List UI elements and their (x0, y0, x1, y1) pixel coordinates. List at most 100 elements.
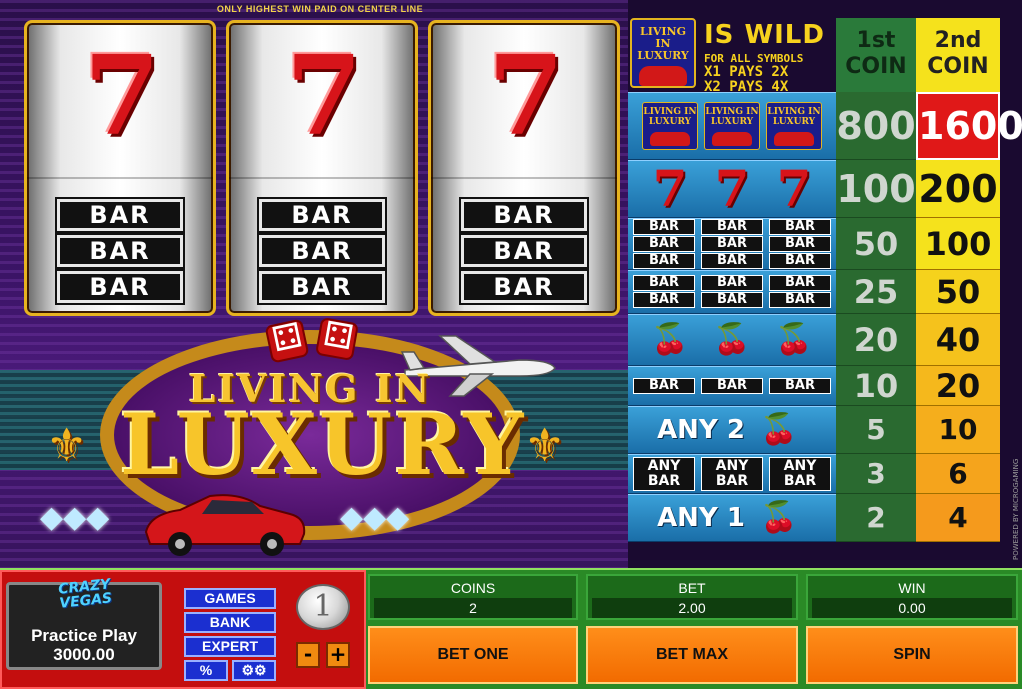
bar-label: BAR (769, 218, 831, 235)
any-bar-line1: ANY (715, 458, 749, 474)
bar-label: BAR (769, 377, 831, 394)
paytable-symbol-luxury: LIVING IN LUXURY LIVING IN LUXURY LIVING IN L… (628, 92, 836, 160)
percent-button[interactable]: % (184, 660, 228, 681)
triple-bar-symbol: BAR BAR BAR (633, 218, 695, 270)
any-bar-line1: ANY (647, 458, 681, 474)
reel-3-payline (431, 177, 617, 179)
seven-symbol: 7 (776, 159, 812, 218)
luxury-symbol-text-1: LIVING IN (705, 107, 759, 117)
expert-button[interactable]: EXPERT (184, 636, 276, 657)
triple-bar-symbol: BAR BAR BAR (769, 218, 831, 270)
cherry-icon: 🍒 (760, 412, 798, 447)
pay-table: LIVING IN LUXURY IS WILD FOR ALL SYMBOLS … (628, 0, 1022, 568)
any2-label: ANY 2 (657, 415, 745, 445)
double-bar-symbol: BAR BAR (633, 275, 695, 309)
luxury-symbol-text-2: LUXURY (648, 117, 692, 127)
coin1-payout: 5 (836, 406, 916, 454)
coin1-payout: 50 (836, 218, 916, 270)
single-bar-symbol: BAR (769, 377, 831, 395)
luxury-wild-symbol: LIVING IN LUXURY (630, 18, 696, 88)
win-display: WIN 0.00 (806, 574, 1018, 620)
coin2-payout: 10 (916, 406, 1000, 454)
cherry-icon: 🍒 (713, 322, 751, 357)
luxury-symbol: LIVING IN LUXURY (642, 102, 698, 150)
fleur-left-icon: ⚜ (46, 418, 88, 472)
coin2-payout: 40 (916, 314, 1000, 366)
coin1-payout: 800 (836, 92, 916, 160)
bar-label: BAR (701, 292, 763, 308)
coin1-header: 1st COIN (836, 18, 916, 92)
reel-bar: BAR (257, 197, 387, 233)
spin-button[interactable]: SPIN (806, 626, 1018, 684)
wild-info: LIVING IN LUXURY IS WILD FOR ALL SYMBOLS … (628, 14, 834, 95)
bet-value: 2.00 (592, 598, 792, 618)
bar-label: BAR (701, 252, 763, 269)
reel-bar: BAR (55, 197, 185, 233)
paytable-symbol-cherry: 🍒 🍒 🍒 (628, 314, 836, 366)
bar-label: BAR (633, 252, 695, 269)
dice-icon (264, 318, 310, 364)
game-stage: ONLY HIGHEST WIN PAID ON CENTER LINE 7 B… (0, 0, 1022, 689)
reel-bar: BAR (55, 233, 185, 269)
any-bar-line2: BAR (715, 473, 749, 489)
bet-one-button[interactable]: BET ONE (368, 626, 578, 684)
settings-button[interactable]: ⚙⚙ (232, 660, 276, 681)
bar-label: BAR (633, 275, 695, 291)
luxury-symbol-text-2: LUXURY (710, 117, 754, 127)
bar-label: BAR (633, 218, 695, 235)
coin1-payout: 10 (836, 366, 916, 406)
coin2-payout: 20 (916, 366, 1000, 406)
diamonds-right-icon: ◆◆◆ (340, 500, 410, 535)
paytable-symbol-triple-bar: BAR BAR BAR BAR BAR BAR BAR BAR BAR (628, 218, 836, 270)
cherry-icon: 🍒 (775, 322, 813, 357)
luxury-symbol: LIVING IN LUXURY (704, 102, 760, 150)
luxury-symbol-text-1: LIVING IN (767, 107, 821, 117)
coin1-header-line1: 1st (856, 28, 896, 53)
bet-max-button[interactable]: BET MAX (586, 626, 798, 684)
games-button[interactable]: GAMES (184, 588, 276, 609)
seven-symbol: 7 (652, 159, 688, 218)
reel-bar: BAR (257, 269, 387, 305)
coin2-header-line2: COIN (927, 54, 989, 79)
coins-label: COINS (450, 580, 496, 596)
reel-3: 7 BAR BAR BAR (428, 20, 620, 316)
center-line-notice: ONLY HIGHEST WIN PAID ON CENTER LINE (216, 4, 424, 14)
reel-2: 7 BAR BAR BAR (226, 20, 418, 316)
any-bar-line2: BAR (783, 473, 817, 489)
reel-bar: BAR (459, 269, 589, 305)
car-icon (774, 132, 814, 146)
reel-1-bar-symbol: BAR BAR BAR (55, 197, 185, 307)
paytable-symbol-single-bar: BAR BAR BAR (628, 366, 836, 406)
car-icon (639, 66, 687, 86)
win-label: WIN (898, 580, 926, 596)
logo-title-main: LUXURY (120, 395, 526, 494)
luxury-symbol: LIVING IN LUXURY (766, 102, 822, 150)
double-bar-symbol: BAR BAR (701, 275, 763, 309)
car-icon (650, 132, 690, 146)
bar-label: BAR (769, 235, 831, 252)
coin1-payout: 3 (836, 454, 916, 494)
reel-3-bar-symbol: BAR BAR BAR (459, 197, 589, 307)
coin-decrease-button[interactable]: - (296, 642, 320, 668)
reel-2-bar-symbol: BAR BAR BAR (257, 197, 387, 307)
any-bar-line1: ANY (783, 458, 817, 474)
any1-label: ANY 1 (657, 503, 745, 533)
reel-1-seven-symbol: 7 (83, 31, 161, 160)
bar-label: BAR (769, 292, 831, 308)
coin1-payout: 2 (836, 494, 916, 542)
reel-bar: BAR (55, 269, 185, 305)
bar-label: BAR (633, 235, 695, 252)
cherry-icon: 🍒 (760, 500, 798, 535)
play-mode: Practice Play (31, 626, 137, 645)
bar-label: BAR (701, 377, 763, 394)
paytable-symbol-any-bar: ANY BAR ANY BAR ANY BAR (628, 454, 836, 494)
reel-bar: BAR (459, 197, 589, 233)
coin-increase-button[interactable]: + (326, 642, 350, 668)
coin1-payout: 20 (836, 314, 916, 366)
coin2-payout: 6 (916, 454, 1000, 494)
paytable-symbol-double-bar: BAR BAR BAR BAR BAR BAR (628, 270, 836, 314)
reel-2-payline (229, 177, 415, 179)
bank-button[interactable]: BANK (184, 612, 276, 633)
reel-1: 7 BAR BAR BAR (24, 20, 216, 316)
seven-symbol: 7 (714, 159, 750, 218)
